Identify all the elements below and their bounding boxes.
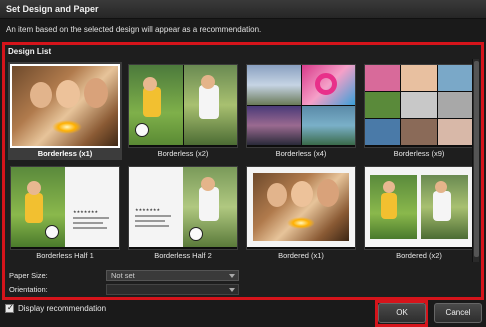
design-thumbnail [246, 166, 356, 250]
design-label: Borderless (x2) [157, 149, 209, 158]
design-label: Borderless Half 2 [154, 251, 212, 260]
orientation-label: Orientation: [9, 285, 48, 294]
design-thumbnail [364, 166, 474, 250]
design-thumbnail [246, 64, 356, 148]
design-label: Borderless Half 1 [36, 251, 94, 260]
design-thumbnail: ★★★★★★★ [128, 166, 238, 250]
design-thumbnail: ★★★★★★★ [10, 166, 120, 250]
chevron-down-icon [229, 274, 235, 278]
design-thumbnail [128, 64, 238, 148]
design-item-bordered-x1[interactable]: Bordered (x1) [244, 164, 358, 262]
scrollbar-thumb[interactable] [474, 61, 479, 257]
design-list-panel: Design List Borderless (x1) Borderless (… [2, 42, 484, 300]
description-text: An item based on the selected design wil… [6, 25, 262, 34]
paper-size-value: Not set [111, 271, 135, 280]
paper-size-label: Paper Size: [9, 271, 48, 280]
design-item-borderless-half-2[interactable]: ★★★★★★★ Borderless Half 2 [126, 164, 240, 262]
design-grid: Borderless (x1) Borderless (x2) Borderle… [5, 59, 476, 262]
ok-button[interactable]: OK [378, 303, 426, 323]
design-list-scrollbar[interactable] [472, 59, 479, 262]
design-item-borderless-x9[interactable]: Borderless (x9) [362, 62, 476, 160]
display-recommendation-checkbox[interactable]: ✓ [5, 303, 14, 313]
design-item-borderless-x2[interactable]: Borderless (x2) [126, 62, 240, 160]
design-item-borderless-half-1[interactable]: ★★★★★★★ Borderless Half 1 [8, 164, 122, 262]
design-label: Bordered (x2) [396, 251, 442, 260]
design-label: Borderless (x9) [393, 149, 445, 158]
design-item-borderless-x1[interactable]: Borderless (x1) [8, 62, 122, 160]
design-label: Borderless (x4) [275, 149, 327, 158]
design-label: Borderless (x1) [37, 149, 93, 158]
window-title: Set Design and Paper [6, 4, 99, 14]
paper-size-select[interactable]: Not set [106, 270, 239, 281]
design-label: Bordered (x1) [278, 251, 324, 260]
cancel-button[interactable]: Cancel [434, 303, 482, 323]
title-bar: Set Design and Paper [0, 0, 486, 19]
design-thumbnail [364, 64, 474, 148]
chevron-down-icon [229, 288, 235, 292]
display-recommendation-label: Display recommendation [18, 304, 107, 313]
design-item-bordered-x2[interactable]: Bordered (x2) [362, 164, 476, 262]
design-list-title: Design List [8, 47, 52, 56]
design-thumbnail [10, 64, 120, 148]
checkmark-icon: ✓ [7, 303, 14, 312]
orientation-select[interactable] [106, 284, 239, 295]
design-item-borderless-x4[interactable]: Borderless (x4) [244, 62, 358, 160]
